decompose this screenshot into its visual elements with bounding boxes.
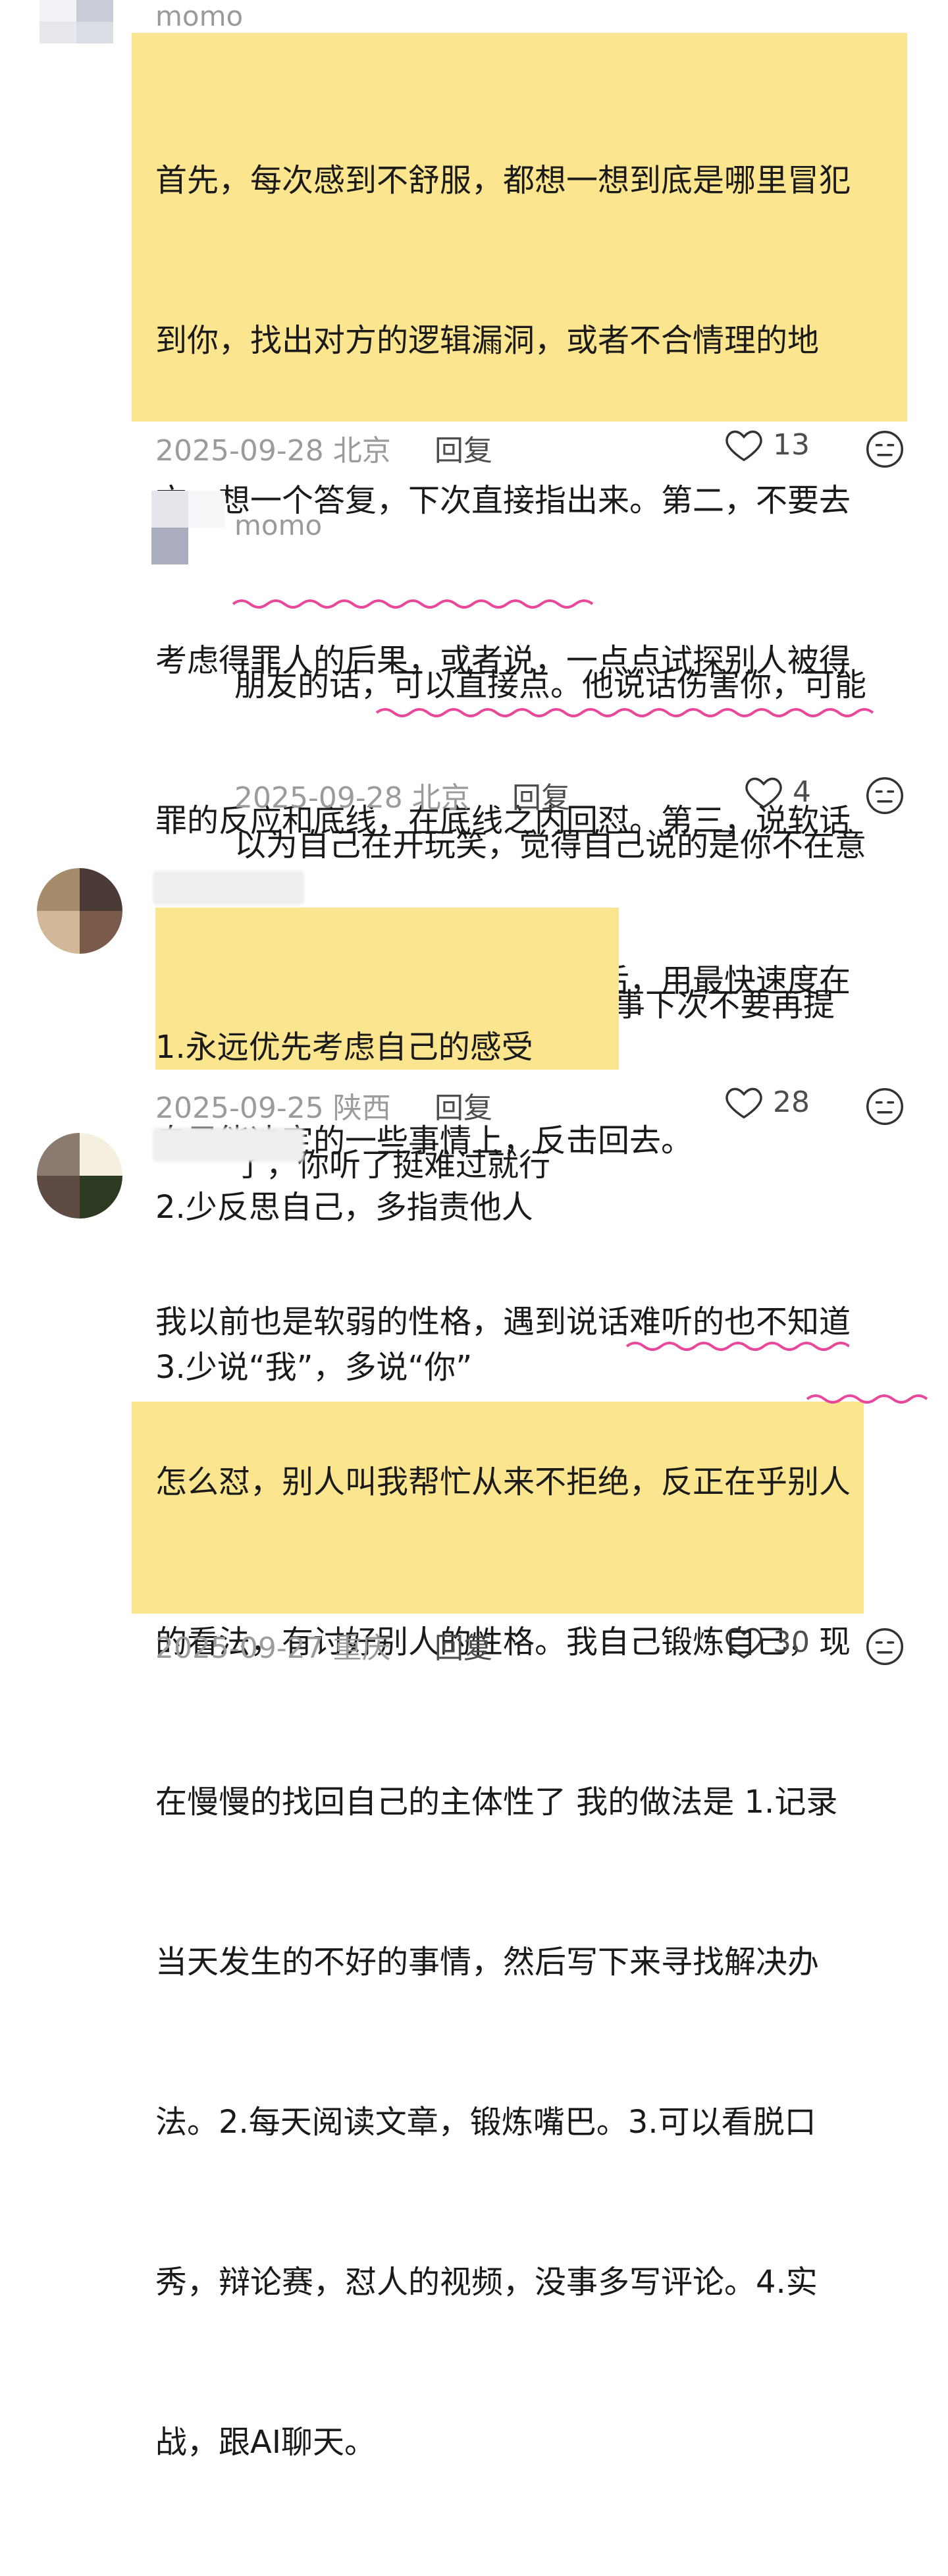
text-line: 秀，辩论赛，怼人的视频，没事多写评论。4.实 — [155, 2264, 818, 2301]
date: 2025-09-28 — [155, 434, 324, 468]
text-line: 朋友的话，可以直接点。他说话伤害你，可能 — [234, 667, 867, 703]
reply-button[interactable]: 回复 — [434, 1084, 492, 1126]
text-line: 首先，每次感到不舒服，都想一想到底是哪里冒犯 — [155, 162, 851, 199]
underline-mark — [375, 708, 874, 717]
avatar[interactable] — [37, 868, 122, 954]
location: 陕西 — [332, 1091, 391, 1125]
comment-meta: 2025-09-25 陕西 — [155, 1084, 391, 1126]
comment-text: 我以前也是软弱的性格，遇到说话难听的也不知道 怎么怼，别人叫我帮忙从来不拒绝，反… — [155, 1189, 851, 2576]
like-count: 4 — [793, 775, 811, 809]
heart-icon — [745, 777, 782, 809]
like-button[interactable]: 4 — [744, 774, 811, 809]
underline-mark — [625, 1342, 849, 1351]
reply-button[interactable]: 回复 — [434, 427, 492, 469]
username-redacted[interactable] — [153, 871, 304, 905]
avatar[interactable] — [151, 491, 225, 564]
comment-meta: 2025-09-28 北京 — [155, 427, 391, 469]
text-line: 战，跟AI聊天。 — [155, 2424, 376, 2461]
date: 2025-09-25 — [155, 1091, 324, 1125]
date: 2025-09-28 — [234, 781, 403, 815]
meh-face-icon[interactable] — [865, 1087, 905, 1126]
text-line: 在慢慢的找回自己的主体性了 我的做法是 1.记录 — [155, 1784, 838, 1821]
comment-meta: 2025-09-28 北京 — [234, 774, 470, 816]
heart-icon — [725, 1087, 762, 1119]
location: 重庆 — [332, 1631, 391, 1665]
meh-face-icon[interactable] — [865, 429, 905, 469]
comment-meta: 2025-09-27 重庆 — [155, 1624, 391, 1666]
text-line: 怎么怼，别人叫我帮忙从来不拒绝，反正在乎别人 — [155, 1464, 851, 1500]
username-redacted[interactable] — [153, 1128, 304, 1162]
reply-button[interactable]: 回复 — [434, 1624, 492, 1666]
avatar[interactable] — [37, 1133, 122, 1219]
like-count: 30 — [773, 1625, 810, 1659]
text-line: 当天发生的不好的事情，然后写下来寻找解决办 — [155, 1944, 820, 1981]
like-button[interactable]: 13 — [724, 427, 810, 462]
like-button[interactable]: 28 — [724, 1084, 810, 1120]
username[interactable]: momo — [155, 0, 243, 33]
heart-icon — [725, 430, 762, 462]
text-line: 法。2.每天阅读文章，锻炼嘴巴。3.可以看脱口 — [155, 2104, 816, 2141]
meh-face-icon[interactable] — [865, 776, 905, 815]
reply-button[interactable]: 回复 — [512, 774, 570, 816]
meh-face-icon[interactable] — [865, 1627, 905, 1666]
like-count: 28 — [773, 1085, 810, 1119]
username[interactable]: momo — [234, 507, 322, 544]
like-count: 13 — [773, 427, 810, 462]
text-line: 以为自己在开玩笑，觉得自己说的是你不在意 — [234, 827, 867, 863]
heart-icon — [725, 1628, 762, 1659]
underline-mark — [806, 1394, 928, 1404]
text-line: 1.永远优先考虑自己的感受 — [155, 1029, 533, 1066]
location: 北京 — [332, 434, 391, 468]
location: 北京 — [411, 781, 470, 815]
date: 2025-09-27 — [155, 1631, 324, 1665]
like-button[interactable]: 30 — [724, 1624, 810, 1660]
avatar[interactable] — [40, 0, 113, 43]
text-line: 到你，找出对方的逻辑漏洞，或者不合情理的地 — [155, 322, 820, 359]
underline-mark — [232, 599, 594, 609]
